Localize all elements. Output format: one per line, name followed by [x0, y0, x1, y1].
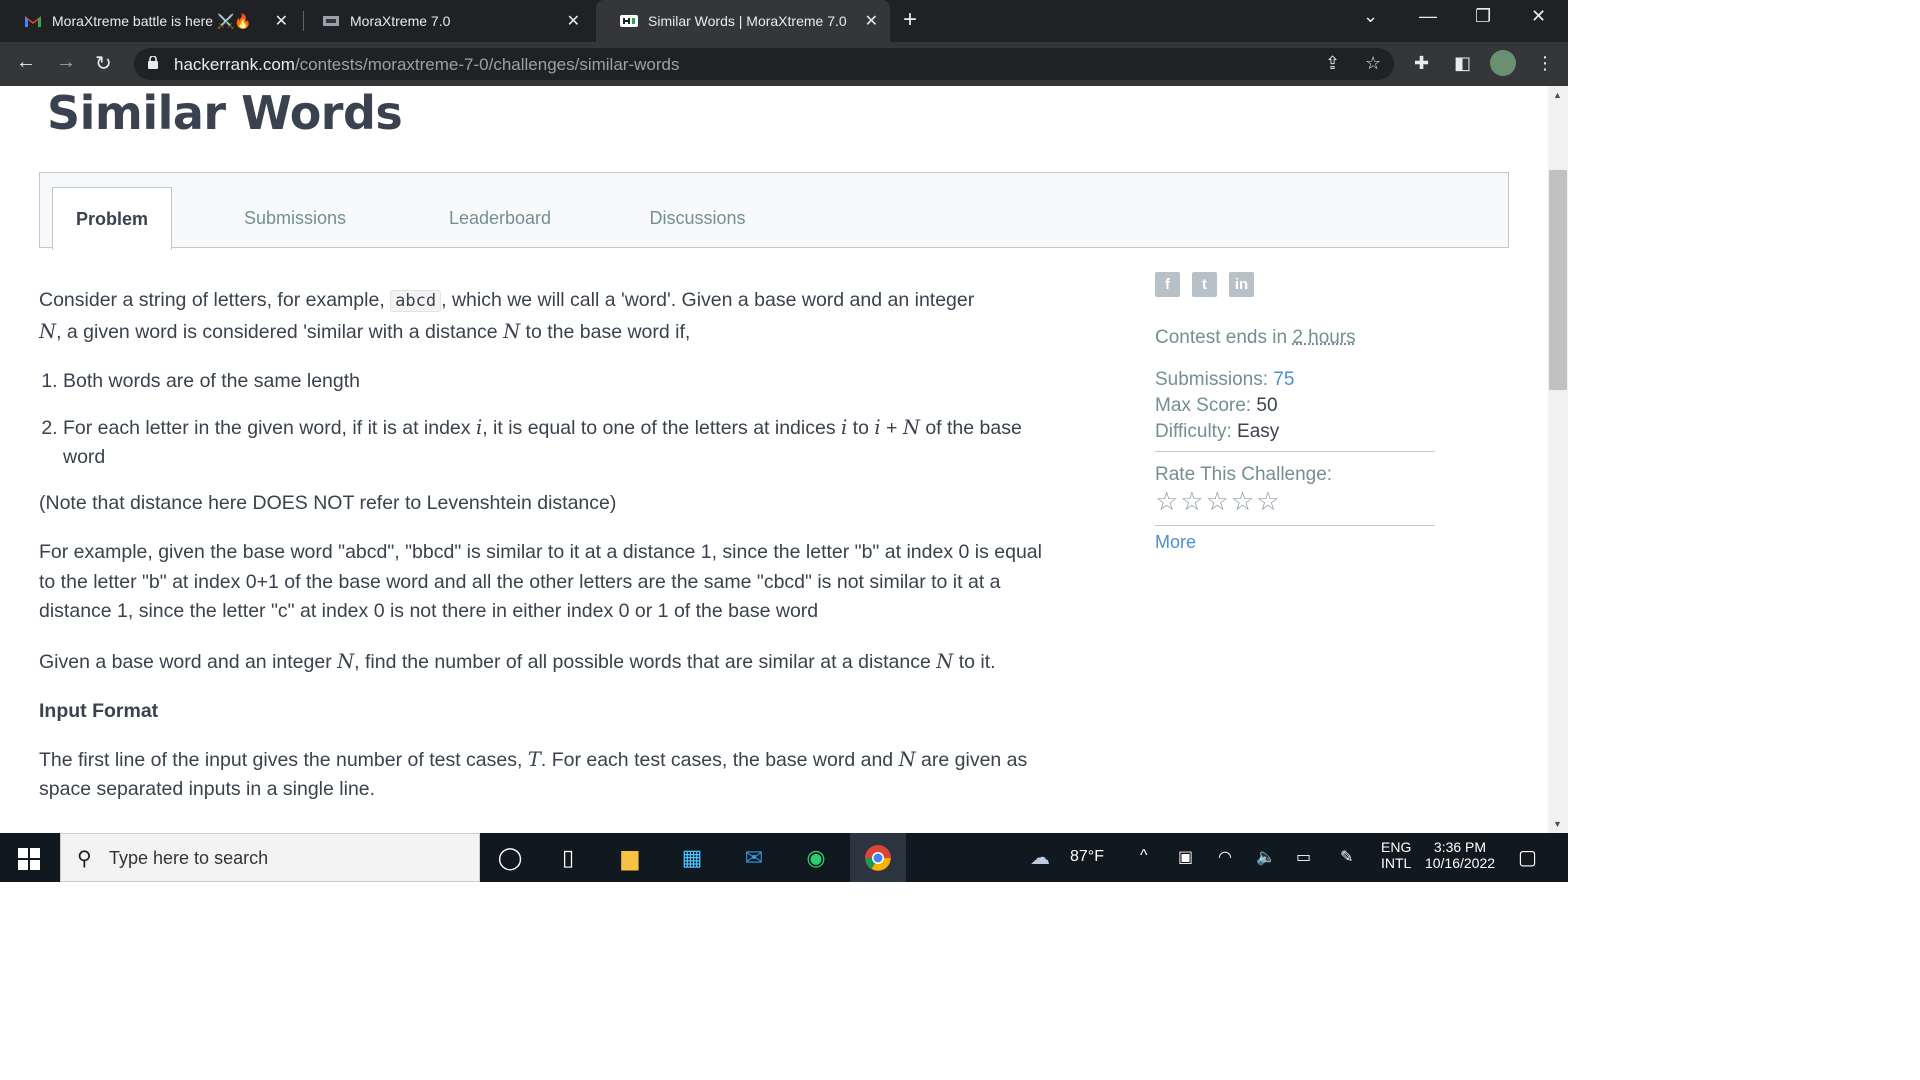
- clock[interactable]: 3:36 PM 10/16/2022: [1422, 839, 1498, 871]
- notifications-icon[interactable]: ▢: [1518, 845, 1537, 870]
- linkedin-icon[interactable]: in: [1229, 272, 1254, 297]
- rate-label: Rate This Challenge:: [1155, 464, 1333, 485]
- contest-ends-value: 2 hours: [1292, 327, 1356, 348]
- back-icon[interactable]: ←: [16, 51, 36, 74]
- search-icon: ⚲: [77, 848, 92, 870]
- conditions-list: Both words are of the same length For ea…: [63, 367, 1049, 473]
- side-panel-icon[interactable]: ◧: [1454, 53, 1471, 74]
- tray-chevron-icon[interactable]: ^: [1140, 847, 1148, 865]
- mail-icon[interactable]: ✉: [734, 841, 774, 875]
- browser-toolbar: ← → ↻ hackerrank.com/contests/moraxtreme…: [0, 42, 1568, 86]
- tab-title: Similar Words | MoraXtreme 7.0: [648, 13, 847, 29]
- more-link[interactable]: More: [1155, 532, 1435, 553]
- example-paragraph: For example, given the base word "abcd",…: [39, 541, 1042, 622]
- input-format-heading: Input Format: [39, 700, 159, 722]
- close-window-icon[interactable]: ✕: [1531, 6, 1546, 27]
- bookmark-star-icon[interactable]: ☆: [1365, 53, 1381, 74]
- twitter-icon[interactable]: t: [1192, 272, 1217, 297]
- taskbar-search-box[interactable]: ⚲ Type here to search: [60, 833, 480, 882]
- cortana-icon[interactable]: ◯: [490, 841, 530, 875]
- address-bar[interactable]: hackerrank.com/contests/moraxtreme-7-0/c…: [134, 48, 1394, 80]
- windows-taskbar: ⚲ Type here to search ◯ ▯ ▆ ▦ ✉ ◉ ☁ 87°F…: [0, 833, 1568, 882]
- windows-start-icon[interactable]: [18, 848, 40, 870]
- submissions-stat: Submissions: 75: [1155, 369, 1295, 390]
- facebook-icon[interactable]: f: [1155, 272, 1180, 297]
- url-text: hackerrank.com/contests/moraxtreme-7-0/c…: [174, 55, 679, 75]
- restore-icon[interactable]: ❐: [1475, 6, 1491, 27]
- divider: [1155, 451, 1435, 452]
- url-domain: hackerrank.com: [174, 55, 295, 74]
- menu-icon[interactable]: ⋮: [1536, 53, 1554, 74]
- profile-avatar[interactable]: [1490, 50, 1516, 76]
- rating-stars[interactable]: ☆☆☆☆☆: [1155, 486, 1435, 517]
- forward-icon[interactable]: →: [56, 51, 76, 74]
- tab-title: MoraXtreme 7.0: [350, 13, 451, 29]
- problem-statement: Consider a string of letters, for exampl…: [39, 286, 1049, 825]
- tab-leaderboard[interactable]: Leaderboard: [425, 187, 575, 249]
- tray-app-icon[interactable]: ▣: [1178, 847, 1193, 867]
- share-icon[interactable]: ⇪: [1325, 53, 1340, 74]
- social-share: f t in: [1155, 272, 1435, 297]
- wifi-icon[interactable]: ◠: [1218, 847, 1232, 867]
- store-icon[interactable]: ▦: [672, 841, 712, 875]
- file-explorer-icon[interactable]: ▆: [610, 841, 650, 875]
- close-tab-icon[interactable]: ✕: [865, 11, 878, 31]
- task-paragraph: Given a base word and an integer N, find…: [39, 649, 996, 673]
- note-paragraph: (Note that distance here DOES NOT refer …: [39, 491, 617, 514]
- divider: [1155, 525, 1435, 526]
- screen: MoraXtreme battle is here ⚔️🔥 ✕ MoraXtre…: [0, 0, 1568, 882]
- close-tab-icon[interactable]: ✕: [275, 11, 288, 31]
- list-item: Both words are of the same length: [63, 367, 1049, 397]
- extensions-icon[interactable]: ✚: [1414, 53, 1429, 74]
- weather-icon[interactable]: ☁: [1030, 845, 1050, 870]
- tab-moraxtreme[interactable]: MoraXtreme 7.0 ✕: [298, 0, 592, 42]
- url-path: /contests/moraxtreme-7-0/challenges/simi…: [294, 55, 680, 74]
- list-item: For each letter in the given word, if it…: [63, 413, 1049, 473]
- battery-icon[interactable]: ▭: [1296, 847, 1311, 867]
- tab-submissions[interactable]: Submissions: [220, 187, 370, 249]
- minimize-icon[interactable]: —: [1419, 6, 1437, 27]
- reload-icon[interactable]: ↻: [95, 51, 112, 76]
- page-title: Similar Words: [47, 86, 403, 140]
- tab-search-icon[interactable]: ⌄: [1363, 6, 1378, 27]
- scroll-up-icon[interactable]: ▲: [1553, 90, 1562, 100]
- intro-paragraph: Consider a string of letters, for exampl…: [39, 289, 975, 343]
- volume-icon[interactable]: 🔈: [1256, 847, 1276, 867]
- tab-title: MoraXtreme battle is here ⚔️🔥: [52, 12, 252, 29]
- browser-tab-strip: MoraXtreme battle is here ⚔️🔥 ✕ MoraXtre…: [0, 0, 1568, 42]
- difficulty-stat: Difficulty: Easy: [1155, 421, 1280, 442]
- task-view-icon[interactable]: ▯: [548, 841, 588, 875]
- new-tab-icon[interactable]: +: [903, 6, 917, 34]
- search-placeholder: Type here to search: [109, 848, 269, 868]
- gmail-icon: [24, 14, 42, 28]
- input-format-paragraph: The first line of the input gives the nu…: [39, 747, 1028, 801]
- language-indicator[interactable]: ENG INTL: [1381, 839, 1411, 871]
- weather-temp[interactable]: 87°F: [1070, 848, 1104, 866]
- scrollbar-thumb[interactable]: [1549, 170, 1567, 390]
- tab-problem[interactable]: Problem: [52, 187, 172, 250]
- lock-icon: [148, 55, 158, 69]
- chrome-icon[interactable]: [850, 833, 906, 882]
- tab-gmail[interactable]: MoraXtreme battle is here ⚔️🔥 ✕: [0, 0, 300, 42]
- max-score-stat: Max Score: 50: [1155, 395, 1278, 416]
- edge-icon[interactable]: ◉: [796, 841, 836, 875]
- pen-icon[interactable]: ✎: [1340, 847, 1353, 867]
- close-tab-icon[interactable]: ✕: [567, 11, 580, 31]
- submissions-count-link[interactable]: 75: [1273, 369, 1294, 390]
- challenge-sidebar: f t in Contest ends in 2 hours Submissio…: [1155, 272, 1435, 553]
- challenge-tabs: Problem Submissions Leaderboard Discussi…: [39, 172, 1509, 250]
- example-code: abcd: [390, 290, 442, 312]
- contest-ends: Contest ends in 2 hours: [1155, 327, 1356, 348]
- page-viewport: Similar Words Problem Submissions Leader…: [0, 86, 1548, 833]
- tab-discussions[interactable]: Discussions: [625, 187, 770, 249]
- scroll-down-icon[interactable]: ▼: [1553, 819, 1562, 829]
- page-scrollbar[interactable]: ▲ ▼: [1548, 86, 1568, 833]
- tab-similar-words[interactable]: Similar Words | MoraXtreme 7.0 ✕: [596, 0, 890, 42]
- mora-icon: [322, 14, 340, 28]
- hackerrank-icon: [620, 14, 638, 28]
